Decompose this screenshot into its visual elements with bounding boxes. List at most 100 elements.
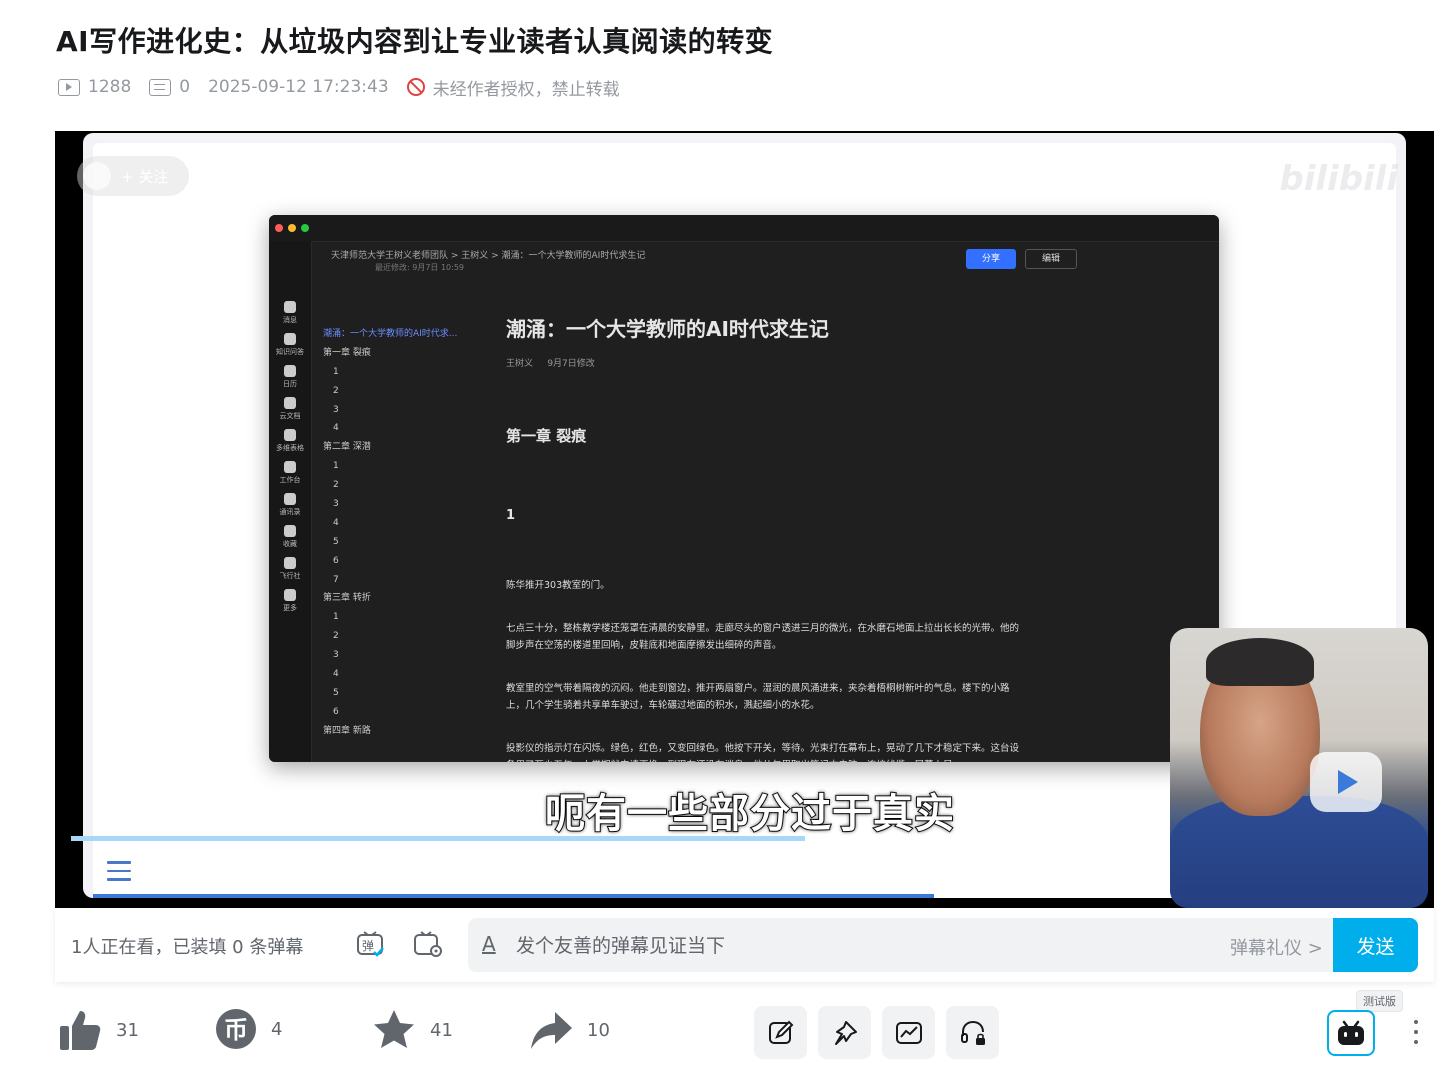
rail-item-label: 多维表格 xyxy=(276,444,304,452)
rail-item: 知识问答 xyxy=(269,333,311,357)
doc-section-number: 1 xyxy=(506,508,516,523)
rail-item: 云文档 xyxy=(269,397,311,421)
video-title: AI写作进化史：从垃圾内容到让专业读者认真阅读的转变 xyxy=(56,25,774,58)
ai-assistant-button[interactable] xyxy=(1327,1010,1375,1056)
note-button[interactable] xyxy=(754,1006,807,1059)
slide-menu-icon xyxy=(107,861,131,887)
presenter-shirt xyxy=(1170,796,1428,908)
doc-author: 王树义 xyxy=(506,359,534,369)
slide-progress-bar xyxy=(71,836,805,841)
danmaku-etiquette-link[interactable]: 弹幕礼仪 > xyxy=(1230,934,1323,960)
toc-item: 7 xyxy=(333,574,339,585)
favorite-button[interactable]: 41 xyxy=(372,1008,453,1052)
rail-item-label: 消息 xyxy=(283,316,297,324)
rail-item-label: 收藏 xyxy=(283,540,297,548)
toc-item: 1 xyxy=(333,366,339,377)
doc-last-modified: 最近修改: 9月7日 10:59 xyxy=(375,263,465,272)
listen-button[interactable] xyxy=(946,1006,999,1059)
rail-item: 多维表格 xyxy=(269,429,311,453)
favorite-count: 41 xyxy=(430,1019,453,1041)
svg-text:弹: 弹 xyxy=(362,939,374,953)
svg-text:币: 币 xyxy=(224,1016,248,1044)
play-count: 1288 xyxy=(88,77,132,97)
doc-edit-button: 编辑 xyxy=(1025,249,1077,269)
rail-item-label: 通讯录 xyxy=(279,508,301,516)
share-button[interactable]: 10 xyxy=(529,1008,610,1052)
danmaku-count: 0 xyxy=(179,77,191,97)
publish-time: 2025-09-12 17:23:43 xyxy=(208,77,389,97)
presenter-camera xyxy=(1170,628,1428,908)
rail-item-icon xyxy=(284,525,296,537)
toc-item: 5 xyxy=(333,536,339,547)
send-danmaku-button[interactable]: 发送 xyxy=(1333,918,1418,972)
toc-item: 1 xyxy=(333,612,339,623)
coin-button[interactable]: 币 4 xyxy=(215,1008,282,1050)
share-count: 10 xyxy=(587,1019,610,1041)
copyright-notice: 未经作者授权，禁止转载 xyxy=(432,79,620,100)
toc-item: 第一章 裂痕 xyxy=(323,347,371,358)
robot-icon xyxy=(1338,1020,1364,1045)
rail-item-label: 知识问答 xyxy=(276,348,304,356)
video-subtitle: 呃有一些部分过于真实 xyxy=(544,790,955,838)
toc-item: 4 xyxy=(333,669,339,680)
rail-item-label: 飞行社 xyxy=(279,572,301,580)
toc-item: 5 xyxy=(333,687,339,698)
screen-recording-app: 消息 知识问答 日历 云文档 多维表格 工作台 通讯录 收藏 飞行社 更多 天津师范大学王树义老师… xyxy=(269,215,1219,762)
toc-item: 第四章 新路 xyxy=(323,725,371,736)
rail-item: 更多 xyxy=(269,589,311,613)
doc-paragraph: 投影仪的指示灯在闪烁。绿色，红色，又变回绿色。他按下开关，等待。光束打在幕布上，… xyxy=(506,743,1020,762)
rail-item-label: 云文档 xyxy=(279,412,301,420)
rail-item: 工作台 xyxy=(269,461,311,485)
toc-item: 3 xyxy=(333,650,339,661)
app-titlebar xyxy=(269,215,1219,242)
play-count-icon xyxy=(58,78,80,96)
beta-badge: 测试版 xyxy=(1356,990,1403,1012)
toc-item: 第二章 深潜 xyxy=(323,442,371,453)
trend-button[interactable] xyxy=(882,1006,935,1059)
play-icon[interactable] xyxy=(1310,752,1382,812)
pin-button[interactable] xyxy=(818,1006,871,1059)
doc-paragraph: 陈华推开303教室的门。 xyxy=(506,580,610,591)
coin-icon: 币 xyxy=(216,1009,256,1049)
like-count: 31 xyxy=(116,1019,139,1041)
danmaku-toggle-icon[interactable]: 弹 xyxy=(355,928,387,960)
rail-item: 飞行社 xyxy=(269,557,311,581)
toc-item: 2 xyxy=(333,385,339,396)
rail-item-label: 更多 xyxy=(283,604,297,612)
rail-item-label: 日历 xyxy=(283,380,297,388)
doc-paragraph: 教室里的空气带着隔夜的沉闷。他走到窗边，推开两扇窗户。湿润的晨风涌进来，夹杂着梧… xyxy=(506,683,1010,711)
rail-item-icon xyxy=(284,301,296,313)
rail-item: 收藏 xyxy=(269,525,311,549)
rail-item-icon xyxy=(284,493,296,505)
toc-item: 6 xyxy=(333,555,339,566)
toc-item: 1 xyxy=(333,461,339,472)
bilibili-watermark: bilibili xyxy=(1279,159,1398,199)
headphone-lock-icon xyxy=(960,1020,985,1045)
rail-item-icon xyxy=(284,333,296,345)
doc-title: 潮涌：一个大学教师的AI时代求生记 xyxy=(506,317,829,341)
no-repost-icon xyxy=(406,78,425,96)
rail-item-icon xyxy=(284,397,296,409)
danmaku-input[interactable] xyxy=(514,928,1138,964)
like-button[interactable]: 31 xyxy=(58,1008,139,1052)
zoom-dot-icon xyxy=(301,224,309,232)
doc-share-button: 分享 xyxy=(966,249,1016,269)
rail-item-icon xyxy=(284,429,296,441)
toc-item: 3 xyxy=(333,499,339,510)
video-progress-bar[interactable] xyxy=(93,894,934,898)
rail-item: 日历 xyxy=(269,365,311,389)
close-dot-icon xyxy=(275,224,283,232)
danmaku-style-icon[interactable]: A xyxy=(482,932,496,956)
toc-item: 2 xyxy=(333,631,339,642)
doc-chapter-heading: 第一章 裂痕 xyxy=(506,427,587,445)
danmaku-input-box: A 弹幕礼仪 > xyxy=(468,918,1418,972)
rail-item-icon xyxy=(284,461,296,473)
app-sidebar-rail: 消息知识问答日历云文档多维表格工作台通讯录收藏飞行社更多 xyxy=(269,241,312,762)
toc-item: 6 xyxy=(333,706,339,717)
follow-button[interactable]: + 关注 xyxy=(77,156,189,196)
danmaku-count-icon xyxy=(149,78,172,96)
more-options-icon[interactable] xyxy=(1414,1020,1420,1050)
toc-item: 第三章 转折 xyxy=(323,593,371,604)
danmaku-settings-icon[interactable] xyxy=(412,928,444,960)
video-player[interactable]: + 关注 bilibili 消息知识问答日历云文档多维表格工作台通讯录收藏飞行社… xyxy=(55,131,1434,908)
